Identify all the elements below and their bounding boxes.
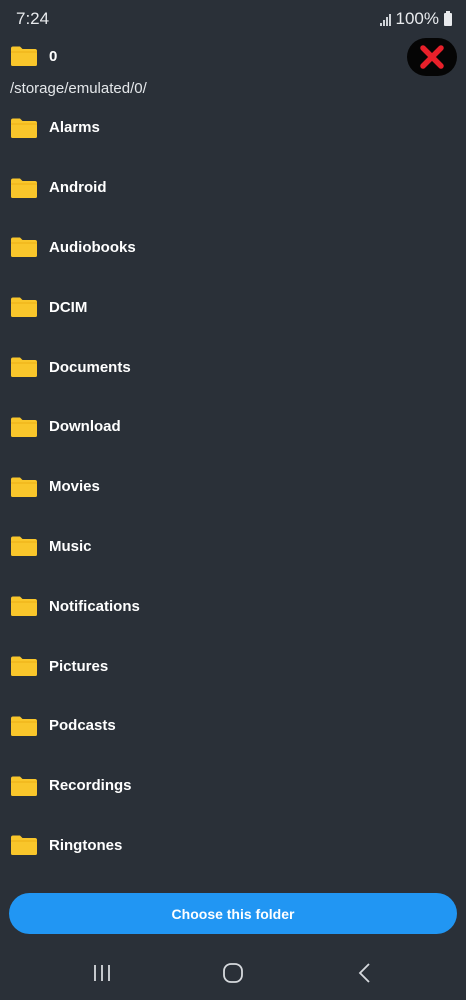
- home-icon: [223, 963, 243, 983]
- choose-folder-button[interactable]: Choose this folder: [9, 893, 457, 934]
- folder-icon: [11, 716, 37, 736]
- folder-icon: [11, 118, 37, 138]
- current-folder: 0: [10, 43, 57, 69]
- folder-label: Recordings: [49, 777, 132, 795]
- folder-icon: [11, 46, 37, 66]
- current-path: /storage/emulated/0/: [10, 80, 147, 97]
- folder-icon: [11, 596, 37, 617]
- back-button[interactable]: [345, 959, 385, 987]
- folder-label: Pictures: [49, 657, 109, 675]
- navigation-bar: [0, 945, 466, 1000]
- folder-label: Documents: [49, 358, 131, 376]
- back-icon: [358, 963, 370, 983]
- folder-item-movies[interactable]: Movies: [0, 457, 466, 517]
- folder-icon: [11, 656, 37, 677]
- folder-item-download[interactable]: Download: [0, 397, 466, 457]
- recents-icon: [94, 965, 110, 981]
- folder-icon: [11, 536, 37, 557]
- status-bar: 7:24 100%: [0, 0, 466, 38]
- screen: 7:24 100% 0 /storage/emulated/0/ Alarms: [0, 0, 466, 1000]
- close-button[interactable]: [407, 38, 457, 76]
- folder-label: Alarms: [49, 119, 100, 137]
- folder-item-podcasts[interactable]: Podcasts: [0, 696, 466, 756]
- battery-icon: [444, 10, 452, 26]
- folder-item-pictures[interactable]: Pictures: [0, 636, 466, 696]
- close-icon: [420, 45, 444, 69]
- folder-icon: [11, 477, 37, 497]
- folder-label: Audiobooks: [49, 238, 136, 256]
- recents-button[interactable]: [82, 959, 122, 987]
- folder-label: Ringtones: [49, 836, 123, 854]
- status-time: 7:24: [16, 9, 50, 28]
- folder-icon: [11, 237, 37, 258]
- folder-icon: [11, 178, 37, 198]
- folder-item-documents[interactable]: Documents: [0, 337, 466, 397]
- signal-icon: [379, 13, 391, 26]
- folder-item-music[interactable]: Music: [0, 517, 466, 577]
- folder-item-notifications[interactable]: Notifications: [0, 576, 466, 636]
- current-folder-name: 0: [49, 47, 58, 65]
- folder-icon: [11, 357, 37, 378]
- folder-icon: [11, 417, 37, 437]
- folder-label: Movies: [49, 478, 100, 496]
- folder-icon: [11, 776, 37, 796]
- folder-item-recordings[interactable]: Recordings: [0, 756, 466, 816]
- folder-label: DCIM: [49, 298, 88, 316]
- folder-icon: [11, 297, 37, 318]
- folder-item-ringtones[interactable]: Ringtones: [0, 816, 466, 876]
- folder-item-audiobooks[interactable]: Audiobooks: [0, 218, 466, 278]
- folder-list: Alarms Android Audiobooks DCIM Documents…: [0, 98, 466, 875]
- folder-label: Android: [49, 179, 107, 197]
- folder-item-alarms[interactable]: Alarms: [0, 98, 466, 158]
- folder-label: Download: [49, 418, 121, 436]
- folder-label: Podcasts: [49, 717, 116, 735]
- home-button[interactable]: [213, 959, 253, 987]
- battery-percent: 100%: [395, 9, 439, 28]
- folder-label: Music: [49, 537, 92, 555]
- folder-item-dcim[interactable]: DCIM: [0, 277, 466, 337]
- status-indicators: 100%: [379, 9, 452, 29]
- folder-icon: [11, 835, 37, 856]
- folder-item-android[interactable]: Android: [0, 158, 466, 218]
- folder-label: Notifications: [49, 597, 140, 615]
